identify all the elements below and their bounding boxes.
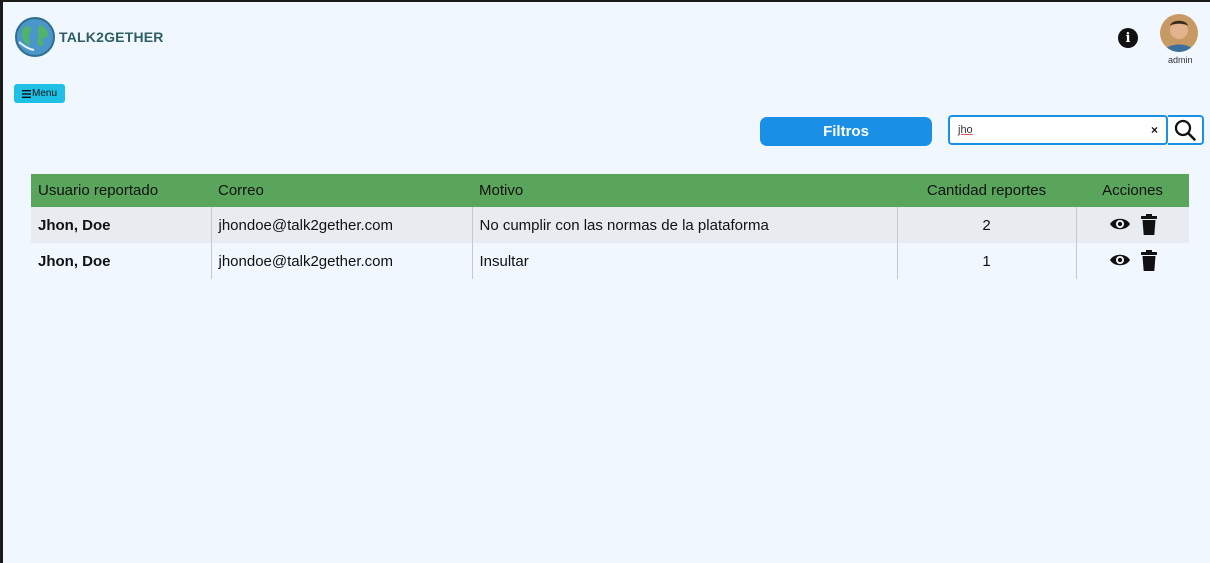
brand-logo[interactable]: TALK2GETHER xyxy=(14,16,164,58)
cell-email: jhondoe@talk2gether.com xyxy=(210,207,472,243)
cell-user: Jhon, Doe xyxy=(31,207,211,243)
trash-icon[interactable] xyxy=(1140,249,1157,271)
column-header-actions: Acciones xyxy=(1076,174,1189,207)
column-header-reason[interactable]: Motivo xyxy=(472,174,897,207)
cell-count: 2 xyxy=(896,207,1076,243)
column-header-user[interactable]: Usuario reportado xyxy=(31,174,211,207)
search-input[interactable]: jho × xyxy=(948,115,1168,145)
trash-icon[interactable] xyxy=(1140,213,1157,235)
search-button[interactable] xyxy=(1168,115,1204,145)
cell-actions xyxy=(1075,243,1189,279)
filters-button[interactable]: Filtros xyxy=(760,117,932,146)
menu-icon xyxy=(21,89,31,98)
reports-table: Usuario reportado Correo Motivo Cantidad… xyxy=(31,174,1189,279)
eye-icon[interactable] xyxy=(1109,216,1131,232)
cell-reason: Insultar xyxy=(471,243,897,279)
table-header-row: Usuario reportado Correo Motivo Cantidad… xyxy=(31,174,1189,207)
close-icon[interactable]: × xyxy=(1151,123,1158,137)
column-header-count[interactable]: Cantidad reportes xyxy=(897,174,1076,207)
cell-reason: No cumplir con las normas de la platafor… xyxy=(471,207,897,243)
info-icon[interactable]: i xyxy=(1118,28,1138,48)
menu-label: Menu xyxy=(31,88,57,99)
globe-logo-icon xyxy=(15,17,55,57)
cell-user: Jhon, Doe xyxy=(31,243,211,279)
cell-email: jhondoe@talk2gether.com xyxy=(210,243,472,279)
menu-button[interactable]: Menu xyxy=(14,84,65,103)
window-border-left xyxy=(0,0,3,563)
window-border-top xyxy=(0,0,1210,2)
user-role-label: admin xyxy=(1168,55,1193,65)
search-icon xyxy=(1174,119,1196,141)
cell-count: 1 xyxy=(896,243,1076,279)
table-row: Jhon, Doe jhondoe@talk2gether.com Insult… xyxy=(31,243,1189,279)
column-header-email[interactable]: Correo xyxy=(211,174,472,207)
search-input-value: jho xyxy=(958,124,973,136)
avatar[interactable] xyxy=(1160,14,1198,52)
cell-actions xyxy=(1075,207,1189,243)
table-row: Jhon, Doe jhondoe@talk2gether.com No cum… xyxy=(31,207,1189,243)
brand-name: TALK2GETHER xyxy=(59,29,164,45)
eye-icon[interactable] xyxy=(1109,252,1131,268)
